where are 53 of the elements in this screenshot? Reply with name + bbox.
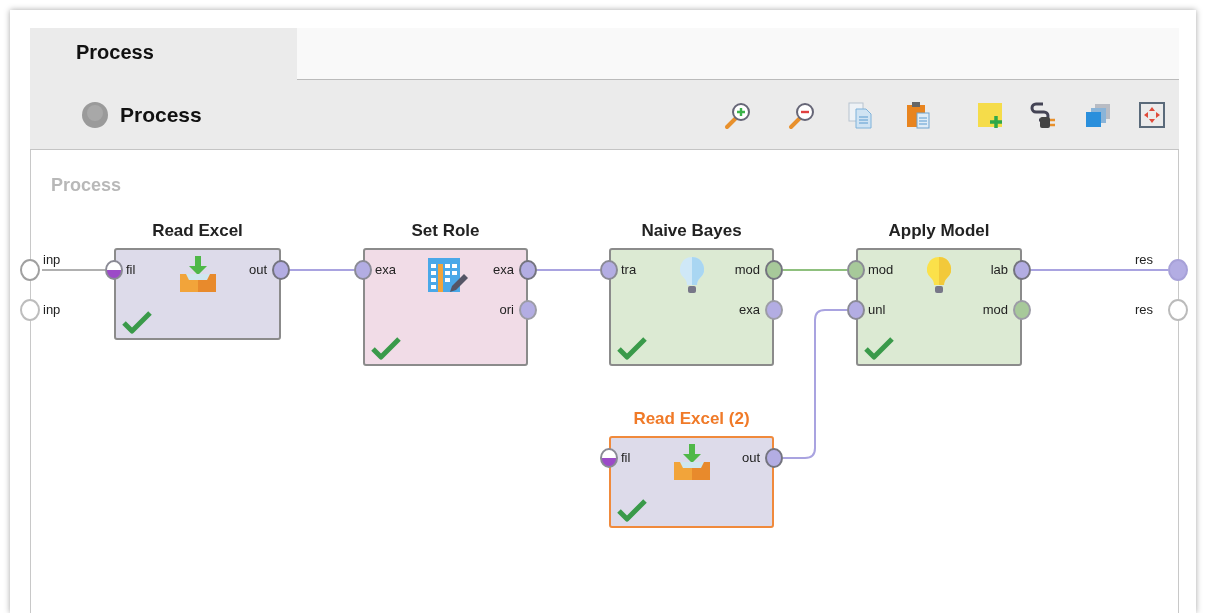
- output-port[interactable]: [519, 300, 537, 320]
- port-label: mod: [734, 263, 760, 276]
- output-port[interactable]: [765, 300, 783, 320]
- port-label: lab: [990, 263, 1008, 276]
- port-label: out: [741, 451, 760, 464]
- port-label: fil: [126, 263, 136, 276]
- port-label: exa: [739, 303, 760, 316]
- operator-box[interactable]: exa exa ori: [363, 248, 528, 366]
- port-label: tra: [621, 263, 637, 276]
- port-label: mod: [982, 303, 1008, 316]
- process-output-port[interactable]: [1168, 299, 1188, 321]
- output-port[interactable]: [1013, 300, 1031, 320]
- process-output-port[interactable]: [1168, 259, 1188, 281]
- input-port[interactable]: [600, 448, 618, 468]
- process-title: Process: [120, 101, 202, 128]
- operator-box[interactable]: mod unl lab mod: [856, 248, 1022, 366]
- operator-title: Naive Bayes: [640, 220, 743, 242]
- port-label: unl: [868, 303, 886, 316]
- output-port[interactable]: [1013, 260, 1031, 280]
- port-label: ori: [499, 303, 514, 316]
- tab[interactable]: Process: [30, 28, 297, 80]
- process-icon: [80, 99, 110, 130]
- input-port[interactable]: [354, 260, 372, 280]
- output-port[interactable]: [519, 260, 537, 280]
- port-label: inp: [43, 301, 61, 319]
- port-label: fil: [621, 451, 631, 464]
- operator-title: Read Excel: [151, 220, 244, 242]
- operator-box[interactable]: tra mod exa: [609, 248, 774, 366]
- input-port[interactable]: [105, 260, 123, 280]
- port-label: res: [1135, 301, 1154, 319]
- output-port[interactable]: [272, 260, 290, 280]
- connection-line[interactable]: [782, 309, 848, 459]
- copy-icon[interactable]: [845, 99, 875, 130]
- output-port[interactable]: [765, 448, 783, 468]
- process-input-port[interactable]: [20, 299, 40, 321]
- canvas-label: Process: [51, 174, 122, 197]
- operator-title: Apply Model: [887, 220, 991, 242]
- port-label: mod: [868, 263, 894, 276]
- operator-box[interactable]: fil out: [114, 248, 281, 340]
- input-port[interactable]: [847, 300, 865, 320]
- operator-title: Read Excel (2): [632, 408, 751, 430]
- input-port[interactable]: [847, 260, 865, 280]
- port-label: exa: [493, 263, 514, 276]
- port-label: res: [1135, 251, 1154, 269]
- port-label: out: [248, 263, 267, 276]
- fit-to-view-icon[interactable]: [1137, 99, 1167, 130]
- port-label: exa: [375, 263, 396, 276]
- operator-title: Set Role: [410, 220, 481, 242]
- operator-box[interactable]: fil out: [609, 436, 774, 528]
- port-label: inp: [43, 251, 61, 269]
- input-port[interactable]: [600, 260, 618, 280]
- process-input-port[interactable]: [20, 259, 40, 281]
- output-port[interactable]: [765, 260, 783, 280]
